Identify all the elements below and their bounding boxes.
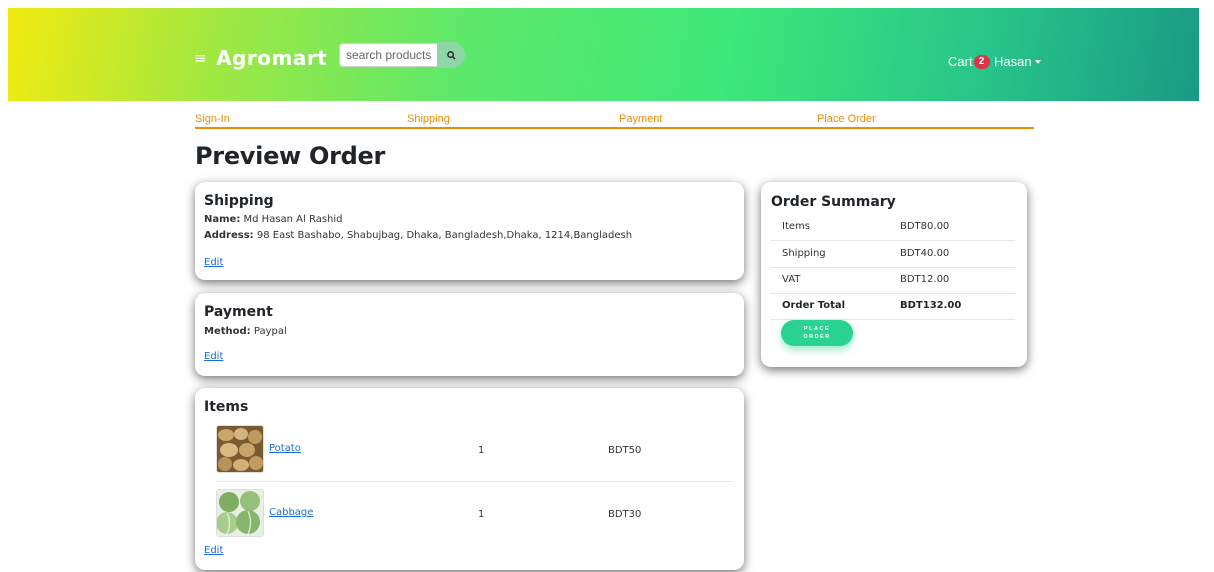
summary-label: Order Total (782, 300, 846, 311)
shipping-name-label: Name: (204, 214, 241, 225)
payment-method: Method: Paypal (204, 326, 287, 337)
step-sign-in[interactable]: Sign-In (195, 113, 230, 125)
page-title: Preview Order (195, 142, 386, 170)
item-row-cabbage: Cabbage 1 BDT30 (216, 489, 733, 545)
shipping-address-label: Address: (204, 230, 254, 241)
summary-value: BDT12.00 (900, 274, 950, 285)
cart-label: Cart (948, 54, 973, 69)
caret-down-icon (1034, 59, 1041, 64)
brand-name: Agromart (216, 46, 328, 70)
cart-link[interactable]: Cart 2 (948, 54, 990, 69)
item-row-potato: Potato 1 BDT50 (216, 425, 733, 482)
items-title: Items (204, 399, 249, 415)
items-edit-link[interactable]: Edit (204, 545, 223, 556)
item-name-link[interactable]: Cabbage (269, 507, 313, 518)
summary-label: Items (782, 221, 810, 232)
step-place-order[interactable]: Place Order (817, 113, 876, 125)
hamburger-icon[interactable]: ≡ (194, 49, 207, 67)
navbar: ≡ Agromart Cart 2 Hasan (8, 8, 1199, 101)
potato-image[interactable] (216, 425, 264, 473)
search-button[interactable] (437, 42, 465, 68)
shipping-edit-link[interactable]: Edit (204, 257, 223, 268)
payment-method-label: Method: (204, 326, 251, 337)
summary-value: BDT40.00 (900, 248, 950, 259)
place-order-line1: PLACE (803, 326, 831, 332)
order-summary-card: Order Summary Items BDT80.00 Shipping BD… (761, 182, 1027, 367)
payment-card: Payment Method: Paypal Edit (195, 293, 744, 376)
summary-row-vat: VAT BDT12.00 (770, 267, 1015, 294)
shipping-name-value: Md Hasan Al Rashid (243, 214, 343, 225)
place-order-button[interactable]: PLACE ORDER (781, 320, 853, 346)
payment-title: Payment (204, 304, 273, 320)
item-price: BDT30 (608, 509, 642, 520)
payment-method-value: Paypal (253, 326, 287, 337)
user-dropdown[interactable]: Hasan (994, 54, 1041, 69)
summary-row-order-total: Order Total BDT132.00 (770, 293, 1015, 320)
item-price: BDT50 (608, 445, 642, 456)
shipping-title: Shipping (204, 193, 274, 209)
summary-value: BDT80.00 (900, 221, 950, 232)
summary-row-shipping: Shipping BDT40.00 (770, 241, 1015, 268)
summary-value: BDT132.00 (900, 300, 962, 311)
summary-row-items: Items BDT80.00 (770, 214, 1015, 241)
order-summary-title: Order Summary (771, 194, 896, 210)
checkout-steps: Sign-In Shipping Payment Place Order (195, 113, 1034, 129)
search-input[interactable] (339, 43, 439, 67)
step-shipping[interactable]: Shipping (407, 113, 450, 125)
shipping-address-value: 98 East Bashabo, Shabujbag, Dhaka, Bangl… (256, 230, 633, 241)
shipping-address: Address: 98 East Bashabo, Shabujbag, Dha… (204, 230, 632, 241)
items-card: Items Potato 1 BDT50 Cabbage 1 BDT30 Edi… (195, 388, 744, 570)
search-icon (446, 50, 456, 60)
step-payment[interactable]: Payment (619, 113, 662, 125)
item-name-link[interactable]: Potato (269, 443, 301, 454)
summary-label: Shipping (782, 248, 826, 259)
payment-edit-link[interactable]: Edit (204, 351, 223, 362)
item-qty: 1 (478, 509, 485, 520)
user-name: Hasan (994, 54, 1032, 69)
cart-count-badge: 2 (973, 54, 990, 69)
cabbage-image[interactable] (216, 489, 264, 537)
search-form (339, 42, 465, 68)
summary-label: VAT (782, 274, 801, 285)
place-order-line2: ORDER (803, 334, 831, 340)
shipping-name: Name: Md Hasan Al Rashid (204, 214, 343, 225)
item-qty: 1 (478, 445, 485, 456)
brand-link[interactable]: ≡ Agromart (194, 46, 327, 70)
shipping-card: Shipping Name: Md Hasan Al Rashid Addres… (195, 182, 744, 280)
